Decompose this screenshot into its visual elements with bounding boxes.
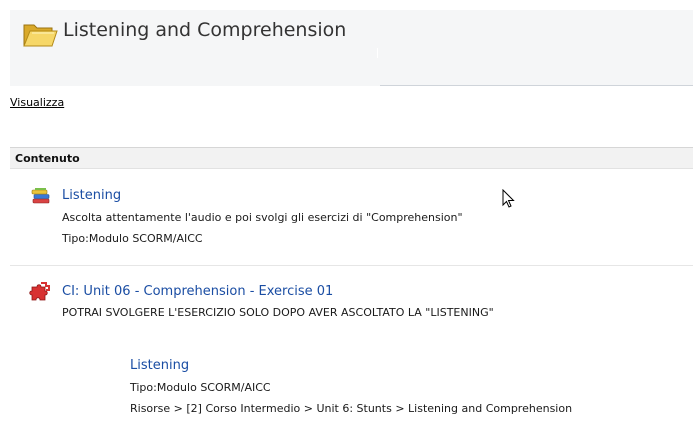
item-description: Ascolta attentamente l'audio e poi svolg… bbox=[62, 211, 463, 224]
dependency-type: Tipo:Modulo SCORM/AICC bbox=[130, 381, 271, 394]
puzzle-icon bbox=[29, 282, 50, 301]
item-title-exercise[interactable]: CI: Unit 06 - Comprehension - Exercise 0… bbox=[62, 284, 333, 299]
folder-icon bbox=[23, 24, 58, 47]
dependency-title-listening[interactable]: Listening bbox=[130, 358, 189, 373]
item-type: Tipo:Modulo SCORM/AICC bbox=[62, 232, 203, 245]
header-divider bbox=[380, 85, 693, 86]
section-title: Contenuto bbox=[15, 152, 80, 165]
content-section-header: Contenuto bbox=[10, 147, 693, 169]
view-link[interactable]: Visualizza bbox=[10, 96, 64, 109]
mouse-cursor-icon bbox=[502, 189, 515, 208]
item-divider bbox=[10, 265, 693, 266]
item-title-listening[interactable]: Listening bbox=[62, 188, 121, 203]
page-title: Listening and Comprehension bbox=[63, 19, 347, 41]
books-icon bbox=[31, 188, 50, 204]
item-description: POTRAI SVOLGERE L'ESERCIZIO SOLO DOPO AV… bbox=[62, 306, 494, 319]
header-separator bbox=[377, 48, 378, 58]
dependency-path: Risorse > [2] Corso Intermedio > Unit 6:… bbox=[130, 402, 573, 415]
